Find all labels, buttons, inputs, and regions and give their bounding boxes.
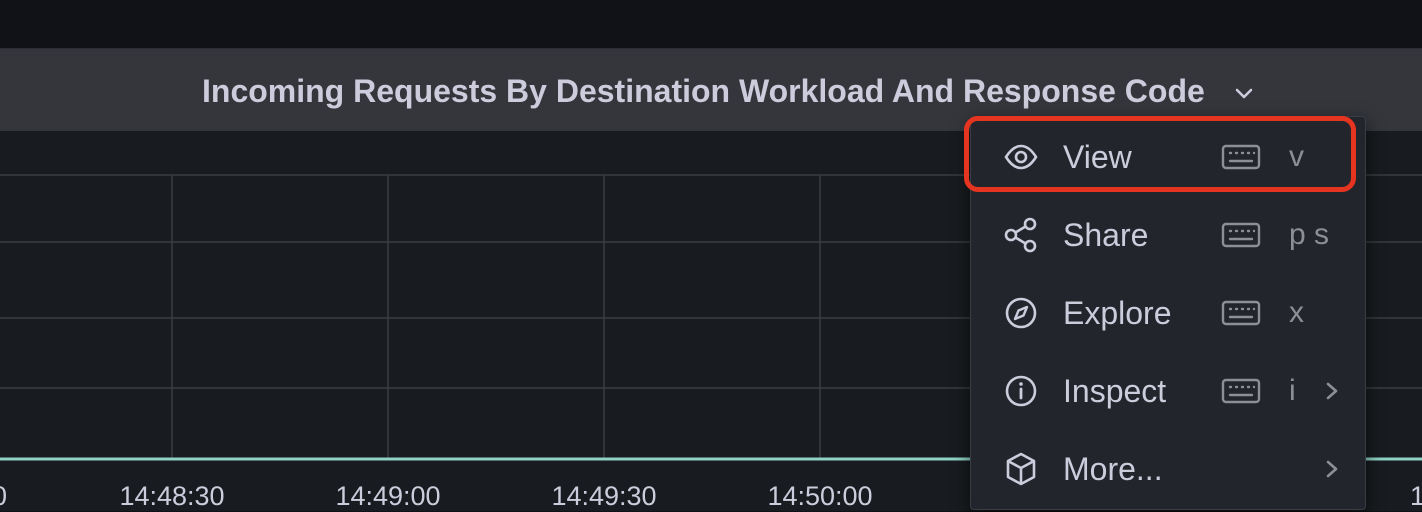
x-tick-label: 1 <box>1410 481 1422 511</box>
menu-item-view[interactable]: View v <box>971 127 1365 187</box>
keyboard-icon <box>1221 144 1261 170</box>
eye-icon <box>1004 144 1038 170</box>
chevron-right-icon <box>1326 460 1338 478</box>
menu-item-label: Inspect <box>1063 373 1167 409</box>
menu-item-label: View <box>1063 139 1132 175</box>
keyboard-icon <box>1221 378 1261 404</box>
menu-item-label: Share <box>1063 217 1149 253</box>
shortcut-text: p s <box>1289 218 1330 251</box>
x-tick-label: 14:49:30 <box>551 481 657 511</box>
compass-icon <box>1005 297 1037 329</box>
menu-item-explore[interactable]: Explore x <box>971 283 1365 343</box>
x-tick-label: 14:48:30 <box>119 481 225 511</box>
chevron-down-icon[interactable] <box>1232 81 1256 105</box>
top-bar <box>0 0 1422 48</box>
menu-item-label: Explore <box>1063 295 1172 331</box>
keyboard-icon <box>1221 300 1261 326</box>
menu-item-inspect[interactable]: Inspect i <box>971 361 1365 421</box>
menu-item-more[interactable]: More... <box>971 439 1365 499</box>
share-icon <box>1004 217 1037 253</box>
cube-icon <box>1006 452 1036 486</box>
keyboard-icon <box>1221 222 1261 248</box>
shortcut-text: v <box>1289 140 1304 173</box>
menu-item-label: More... <box>1063 451 1163 487</box>
shortcut-text: i <box>1289 374 1296 407</box>
x-tick-label: 14:49:00 <box>335 481 441 511</box>
x-tick-label: 0 <box>0 481 7 512</box>
shortcut-text: x <box>1289 296 1304 329</box>
info-icon <box>1005 375 1037 407</box>
panel-menu: View v Share p s Explore x Inspect i Mor… <box>970 116 1366 510</box>
panel-title[interactable]: Incoming Requests By Destination Workloa… <box>202 71 1205 111</box>
menu-item-share[interactable]: Share p s <box>971 205 1365 265</box>
chevron-right-icon <box>1326 382 1338 400</box>
x-tick-label: 14:50:00 <box>767 481 873 511</box>
